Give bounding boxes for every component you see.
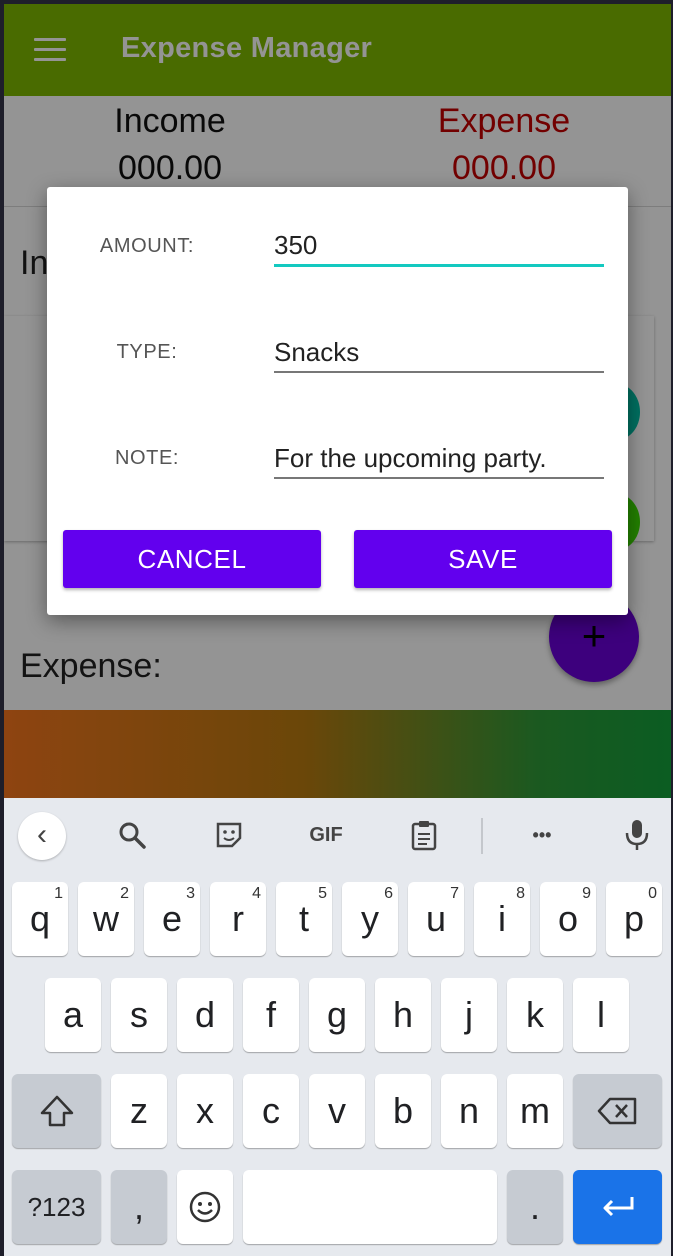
key-e[interactable]: e3: [144, 882, 200, 956]
space-key[interactable]: [243, 1170, 497, 1244]
cancel-button[interactable]: CANCEL: [63, 530, 321, 588]
mic-icon[interactable]: [619, 812, 655, 858]
comma-key[interactable]: ,: [111, 1170, 167, 1244]
amount-input[interactable]: [274, 227, 604, 267]
key-i[interactable]: i8: [474, 882, 530, 956]
key-h[interactable]: h: [375, 978, 431, 1052]
amount-row: AMOUNT:: [47, 217, 628, 277]
symbols-key[interactable]: ?123: [12, 1170, 101, 1244]
key-d[interactable]: d: [177, 978, 233, 1052]
save-button[interactable]: SAVE: [354, 530, 612, 588]
key-f[interactable]: f: [243, 978, 299, 1052]
note-input[interactable]: [274, 439, 604, 479]
emoji-icon: [177, 1170, 233, 1244]
key-j[interactable]: j: [441, 978, 497, 1052]
clipboard-icon[interactable]: [404, 812, 444, 858]
note-label: NOTE:: [114, 447, 180, 469]
more-options-button[interactable]: •••: [519, 812, 565, 858]
key-o[interactable]: o9: [540, 882, 596, 956]
soft-keyboard: ‹ GIF ••• q1 w2 e3 r4 t5 y6 u7 i8 o9 p 0…: [4, 798, 671, 1256]
key-z[interactable]: z: [111, 1074, 167, 1148]
key-k[interactable]: k: [507, 978, 563, 1052]
key-y[interactable]: y6: [342, 882, 398, 956]
shift-icon: [12, 1074, 101, 1148]
key-n[interactable]: n: [441, 1074, 497, 1148]
key-v[interactable]: v: [309, 1074, 365, 1148]
backspace-key[interactable]: [573, 1074, 662, 1148]
chevron-left-icon[interactable]: ‹: [18, 812, 66, 860]
type-input[interactable]: [274, 333, 604, 373]
emoji-key[interactable]: [177, 1170, 233, 1244]
search-icon[interactable]: [112, 812, 152, 858]
shift-key[interactable]: [12, 1074, 101, 1148]
keyboard-toolbar: ‹ GIF •••: [4, 798, 671, 874]
amount-label: AMOUNT:: [99, 235, 195, 257]
key-a[interactable]: a: [45, 978, 101, 1052]
enter-icon: [573, 1170, 662, 1244]
toolbar-divider: [481, 818, 483, 854]
key-p[interactable]: p0: [606, 882, 662, 956]
key-r[interactable]: r4: [210, 882, 266, 956]
key-m[interactable]: m: [507, 1074, 563, 1148]
key-c[interactable]: c: [243, 1074, 299, 1148]
note-row: NOTE:: [47, 429, 628, 489]
key-w[interactable]: w2: [78, 882, 134, 956]
period-key[interactable]: .: [507, 1170, 563, 1244]
key-s[interactable]: s: [111, 978, 167, 1052]
add-expense-dialog: AMOUNT: TYPE: NOTE: CANCEL SAVE: [47, 187, 628, 615]
type-row: TYPE:: [47, 323, 628, 383]
key-t[interactable]: t5: [276, 882, 332, 956]
backspace-icon: [573, 1074, 662, 1148]
key-u[interactable]: u7: [408, 882, 464, 956]
key-b[interactable]: b: [375, 1074, 431, 1148]
key-x[interactable]: x: [177, 1074, 233, 1148]
key-q[interactable]: q1: [12, 882, 68, 956]
key-g[interactable]: g: [309, 978, 365, 1052]
enter-key[interactable]: [573, 1170, 662, 1244]
gif-button[interactable]: GIF: [302, 812, 350, 858]
key-l[interactable]: l: [573, 978, 629, 1052]
sticker-icon[interactable]: [209, 812, 249, 858]
screen: Expense Manager Income 000.00 Expense 00…: [4, 4, 671, 1256]
type-label: TYPE:: [116, 341, 178, 363]
